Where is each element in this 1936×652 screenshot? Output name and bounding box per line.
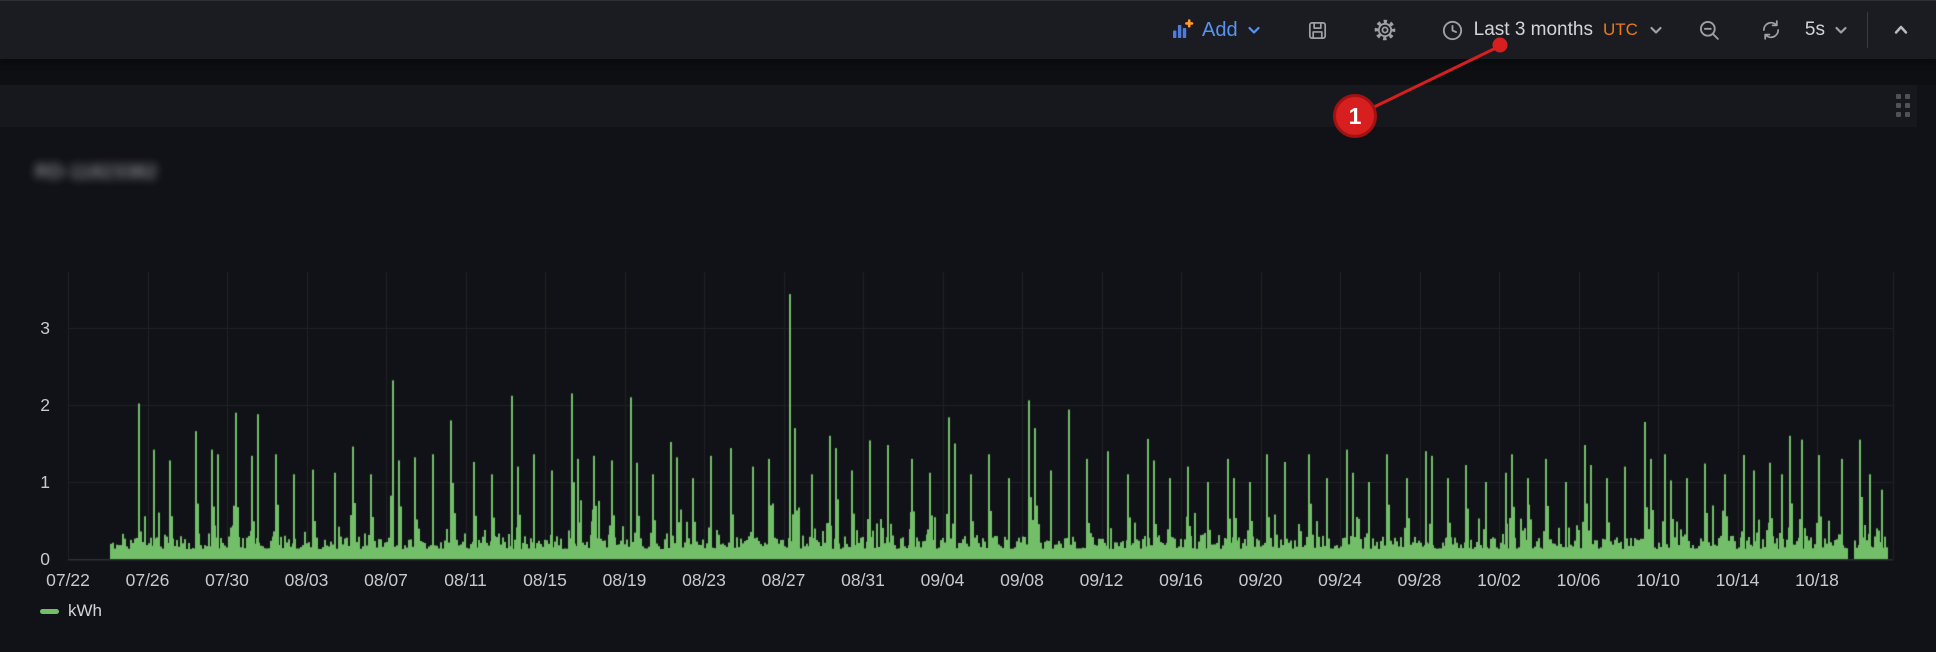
save-dashboard-button[interactable]: [1302, 13, 1333, 48]
x-tick-label: 08/07: [364, 570, 408, 590]
toolbar-actions: Add: [1166, 1, 1916, 59]
zoom-out-icon: [1698, 19, 1721, 42]
collapse-toolbar-button[interactable]: [1886, 13, 1916, 47]
x-tick-label: 10/06: [1557, 570, 1601, 590]
time-range-picker[interactable]: Last 3 months UTC: [1437, 13, 1668, 48]
x-tick-label: 08/11: [444, 570, 487, 590]
x-tick-label: 10/14: [1716, 570, 1760, 590]
x-tick-label: 09/24: [1318, 570, 1362, 590]
y-tick-label: 3: [0, 318, 50, 338]
x-tick-label: 07/30: [205, 570, 249, 590]
panel-drag-handle[interactable]: [1894, 92, 1912, 119]
x-tick-label: 09/20: [1239, 570, 1283, 590]
refresh-interval-dropdown[interactable]: 5s: [1801, 13, 1853, 47]
time-range-label: Last 3 months: [1474, 19, 1593, 41]
x-tick-label: 09/04: [921, 570, 965, 590]
x-tick-label: 10/18: [1795, 570, 1839, 590]
add-panel-button[interactable]: Add: [1166, 12, 1266, 48]
chevron-up-icon: [1890, 19, 1912, 41]
chevron-down-icon: [1648, 22, 1664, 38]
dashboard-toolbar: Add: [0, 0, 1936, 60]
y-tick-label: 1: [0, 472, 50, 492]
chevron-down-icon: [1246, 22, 1262, 38]
dashboard-gap-band: [0, 61, 1936, 85]
add-panel-label: Add: [1202, 19, 1238, 42]
y-tick-label: 2: [0, 395, 50, 415]
x-tick-label: 08/23: [682, 570, 726, 590]
x-tick-label: 09/12: [1080, 570, 1124, 590]
legend-item-kwh[interactable]: kWh: [40, 601, 102, 621]
gear-icon: [1373, 18, 1397, 42]
refresh-icon: [1759, 18, 1783, 42]
timezone-label: UTC: [1603, 20, 1638, 40]
clock-icon: [1441, 19, 1464, 42]
toolbar-divider: [1867, 12, 1868, 48]
legend-label: kWh: [68, 601, 102, 621]
x-tick-label: 09/28: [1398, 570, 1442, 590]
x-tick-label: 08/15: [523, 570, 567, 590]
app-root: Add: [0, 0, 1936, 652]
chevron-down-icon: [1833, 22, 1849, 38]
x-tick-label: 08/19: [603, 570, 647, 590]
dashboard-settings-button[interactable]: [1369, 12, 1401, 48]
refresh-interval-label: 5s: [1805, 19, 1825, 41]
refresh-button[interactable]: [1755, 12, 1787, 48]
x-tick-label: 07/26: [126, 570, 170, 590]
x-tick-label: 08/03: [285, 570, 329, 590]
x-tick-label: 07/22: [46, 570, 90, 590]
x-tick-label: 09/16: [1159, 570, 1203, 590]
add-panel-icon: [1170, 18, 1194, 42]
panel-title: RD-11823382: [35, 162, 157, 184]
panel-header-strip: [0, 85, 1917, 127]
x-tick-label: 08/27: [762, 570, 806, 590]
save-icon: [1306, 19, 1329, 42]
x-tick-label: 10/10: [1636, 570, 1680, 590]
zoom-out-time-button[interactable]: [1694, 13, 1725, 48]
y-tick-label: 0: [0, 549, 50, 569]
x-tick-label: 08/31: [841, 570, 885, 590]
x-tick-label: 09/08: [1000, 570, 1044, 590]
legend-color-swatch: [40, 609, 59, 614]
x-tick-label: 10/02: [1477, 570, 1521, 590]
